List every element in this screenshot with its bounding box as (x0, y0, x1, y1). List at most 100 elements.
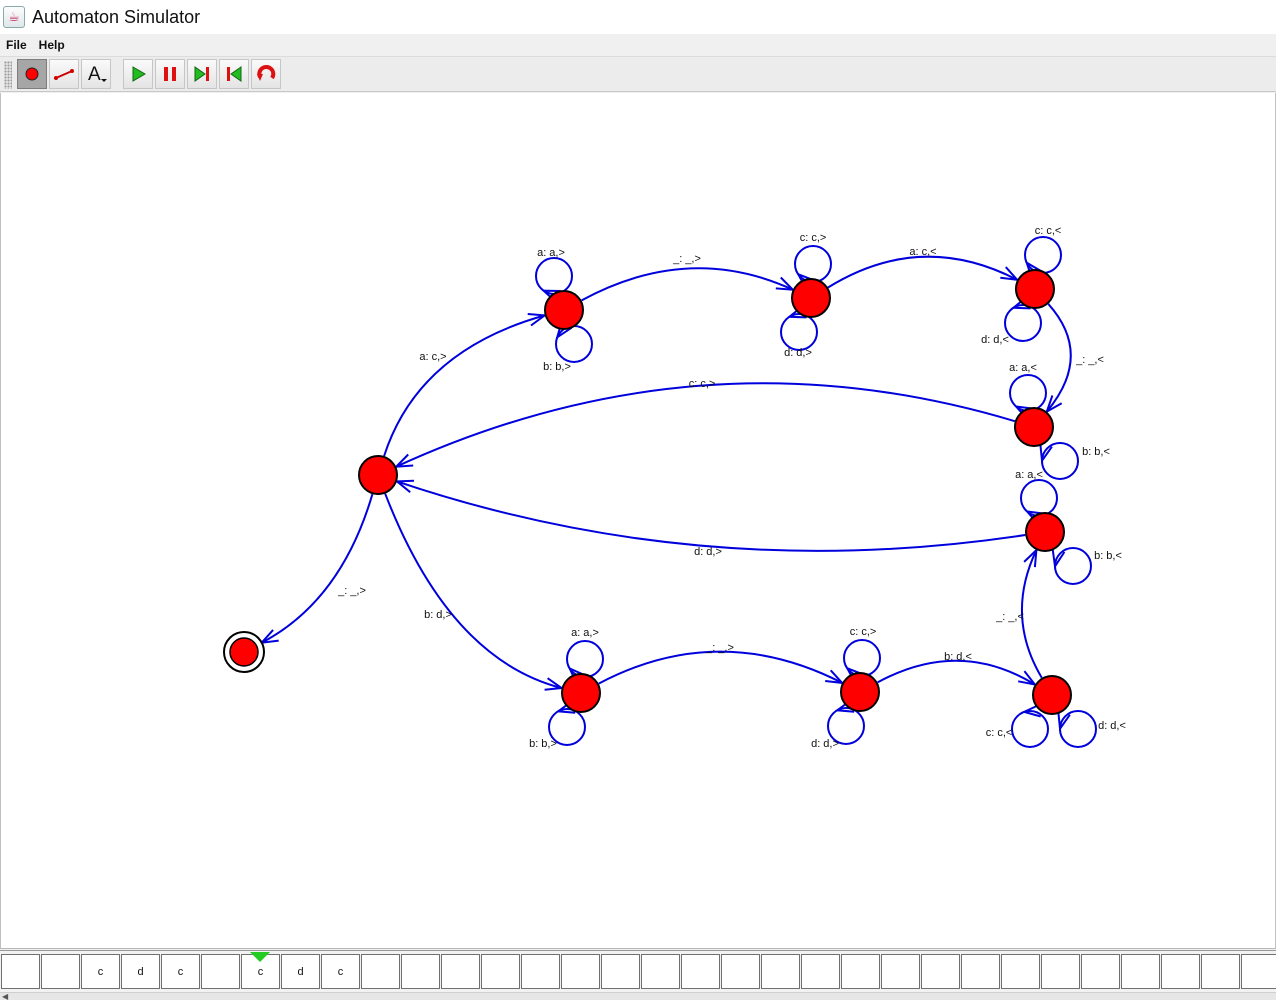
self-loop-transition[interactable] (1011, 710, 1049, 748)
self-loop-transition[interactable] (780, 313, 818, 351)
menu-file[interactable]: File (0, 38, 33, 52)
self-loop-transition[interactable] (1041, 442, 1079, 480)
tape-cell[interactable]: d (121, 954, 160, 989)
transition-edge[interactable] (581, 267, 794, 302)
add-transition-tool-button[interactable] (49, 59, 79, 89)
add-state-tool-button[interactable] (17, 59, 47, 89)
accept-state-node[interactable] (229, 637, 259, 667)
tape-cell[interactable] (761, 954, 800, 989)
tape-cell[interactable] (1, 954, 40, 989)
tape-cell[interactable] (641, 954, 680, 989)
self-loop-transition[interactable] (1024, 236, 1062, 274)
tape-cell[interactable] (1201, 954, 1240, 989)
tape-cell[interactable] (1121, 954, 1160, 989)
tape-cell[interactable] (441, 954, 480, 989)
transition-label: b: b,> (543, 361, 571, 373)
transition-label: d: d,< (981, 334, 1009, 346)
tape-cell[interactable] (841, 954, 880, 989)
state-node[interactable] (791, 278, 831, 318)
tape-cell[interactable] (681, 954, 720, 989)
self-loop-transition[interactable] (535, 257, 573, 295)
transition-edge[interactable] (396, 480, 1026, 552)
tape-cell[interactable] (1001, 954, 1040, 989)
tape-cell[interactable] (481, 954, 520, 989)
self-loop-transition[interactable] (1004, 304, 1042, 342)
self-loop-transition[interactable] (566, 640, 604, 678)
svg-text:A: A (88, 64, 101, 85)
arrowhead (259, 629, 279, 645)
state-node[interactable] (358, 455, 398, 495)
transition-edge[interactable] (877, 659, 1036, 686)
transition-label: b: d,< (944, 651, 972, 663)
state-node[interactable] (561, 673, 601, 713)
tape-cell[interactable] (361, 954, 400, 989)
transition-edge[interactable] (1046, 303, 1072, 413)
reset-icon (257, 64, 276, 81)
transition-edge[interactable] (598, 650, 843, 685)
transition-edge[interactable] (383, 314, 545, 457)
tape-cell[interactable] (1241, 954, 1276, 989)
self-loop-transition[interactable] (1054, 547, 1092, 585)
tape-cell[interactable]: c (161, 954, 200, 989)
transition-edge[interactable] (395, 382, 1016, 468)
state-layer (223, 269, 1072, 715)
state-node[interactable] (1014, 407, 1054, 447)
tape-cell[interactable] (1041, 954, 1080, 989)
tape-cell[interactable]: c (321, 954, 360, 989)
self-loop-transition[interactable] (1059, 710, 1097, 748)
run-button[interactable] (123, 59, 153, 89)
transition-label: a: a,< (1015, 469, 1043, 481)
tape-cell[interactable] (561, 954, 600, 989)
self-loop-transition[interactable] (555, 325, 593, 363)
transition-label: _: _,> (337, 585, 366, 597)
transition-edge[interactable] (384, 493, 562, 689)
state-node[interactable] (1015, 269, 1055, 309)
add-label-tool-button[interactable]: A (81, 59, 111, 89)
transition-label: a: c,> (419, 351, 446, 363)
tape-cell[interactable] (921, 954, 960, 989)
tape-cell[interactable] (801, 954, 840, 989)
toolbar-grip-handle[interactable] (4, 61, 12, 89)
tape-cell[interactable] (401, 954, 440, 989)
app-window: ☕ Automaton Simulator File Help A a: c,>… (0, 0, 1276, 1000)
transition-edge[interactable] (827, 255, 1018, 289)
transition-label: c: c,> (689, 378, 716, 390)
tape-cell[interactable] (961, 954, 1000, 989)
tape-cell[interactable]: d (281, 954, 320, 989)
transition-edge[interactable] (1021, 549, 1043, 679)
state-node[interactable] (840, 672, 880, 712)
scroll-left-arrow-icon[interactable]: ◀ (2, 993, 8, 1000)
step-back-icon (227, 66, 242, 82)
tape-cell[interactable] (521, 954, 560, 989)
tape-cell[interactable] (201, 954, 240, 989)
menu-help[interactable]: Help (33, 38, 71, 52)
transition-label: d: d,> (811, 738, 839, 750)
transition-label: _: _,> (705, 642, 734, 654)
step-back-button[interactable] (219, 59, 249, 89)
transition-label: b: d,> (424, 609, 452, 621)
tape-cell[interactable] (1161, 954, 1200, 989)
transition-edge[interactable] (261, 493, 374, 644)
tape-cell[interactable]: c (81, 954, 120, 989)
state-node[interactable] (544, 290, 584, 330)
state-node[interactable] (1032, 675, 1072, 715)
transition-label: d: d,< (1098, 720, 1126, 732)
toolbar: A (0, 56, 1276, 92)
pause-button[interactable] (155, 59, 185, 89)
step-forward-button[interactable] (187, 59, 217, 89)
tape-cell[interactable] (721, 954, 760, 989)
automaton-canvas[interactable]: a: c,> a: a,> b: b,> _: _,> c: c,> d: d,> a: c… (0, 93, 1276, 949)
transition-label: _: _,> (672, 253, 701, 265)
tape-cell[interactable] (881, 954, 920, 989)
automaton-graph[interactable]: a: c,> a: a,> b: b,> _: _,> c: c,> d: d,> a: c… (1, 93, 1275, 948)
tape-cell[interactable] (1081, 954, 1120, 989)
tape-cell[interactable] (41, 954, 80, 989)
step-forward-icon (194, 66, 209, 82)
red-circle-icon (25, 67, 39, 81)
horizontal-scrollbar[interactable]: ◀ (0, 992, 1276, 1000)
reset-button[interactable] (251, 59, 281, 89)
transition-label: _: _,< (1075, 354, 1104, 366)
state-node[interactable] (1025, 512, 1065, 552)
transition-label: c: c,> (800, 232, 827, 244)
tape-cell[interactable] (601, 954, 640, 989)
